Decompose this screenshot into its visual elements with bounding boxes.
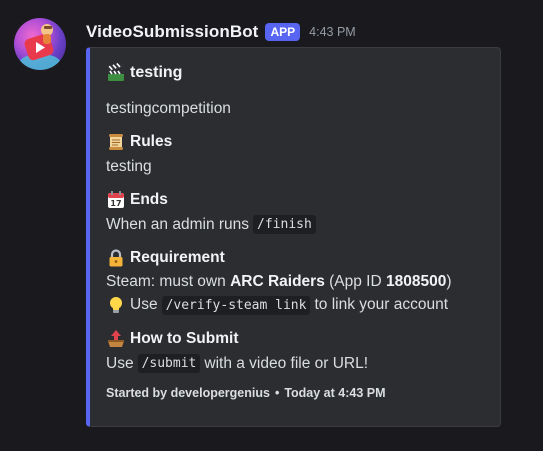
message-timestamp[interactable]: 4:43 PM xyxy=(309,25,356,39)
bot-avatar-art-icon xyxy=(20,24,60,70)
field-submit-name: How to Submit xyxy=(106,329,239,349)
lock-icon xyxy=(106,248,126,268)
footer-separator: • xyxy=(274,386,280,400)
outbox-tray-icon xyxy=(106,329,126,349)
inline-code-finish: /finish xyxy=(253,215,316,234)
field-requirement-line2: Use /verify-steam link to link your acco… xyxy=(106,295,448,315)
avatar[interactable] xyxy=(14,18,66,70)
chat-message: VideoSubmissionBot APP 4:43 PM testing t… xyxy=(0,0,543,451)
calendar-icon: 17 xyxy=(106,190,126,210)
field-rules-name: Rules xyxy=(106,132,172,152)
footer-started-by: Started by developergenius xyxy=(106,386,270,400)
footer-time: Today at 4:43 PM xyxy=(284,386,386,400)
clapper-board-icon xyxy=(106,63,126,83)
embed-description: testingcompetition xyxy=(106,100,231,117)
field-ends-value: When an admin runs /finish xyxy=(106,215,320,234)
app-badge: APP xyxy=(265,23,301,41)
message-header: VideoSubmissionBot APP 4:43 PM xyxy=(86,19,356,45)
embed-card: testing testingcompetition Rules testing xyxy=(86,47,501,427)
game-name: ARC Raiders xyxy=(230,273,325,290)
embed-title: testing xyxy=(106,63,182,83)
inline-code-verify-steam: /verify-steam link xyxy=(161,295,311,315)
inline-code-submit: /submit xyxy=(137,354,201,373)
app-id: 1808500 xyxy=(386,273,447,290)
field-ends-name: 17 Ends xyxy=(106,190,168,210)
field-requirement-line1: Steam: must own ARC Raiders (App ID 1808… xyxy=(106,273,452,290)
embed-footer: Started by developergenius • Today at 4:43… xyxy=(106,386,386,400)
username[interactable]: VideoSubmissionBot xyxy=(86,22,258,42)
field-submit-value: Use /submit with a video file or URL! xyxy=(106,354,369,373)
embed-title-text: testing xyxy=(130,64,183,81)
field-requirement-name: Requirement xyxy=(106,248,225,268)
lightbulb-icon xyxy=(106,295,126,315)
field-rules-value: testing xyxy=(106,158,152,175)
svg-text:17: 17 xyxy=(110,199,121,208)
scroll-icon xyxy=(106,132,126,152)
